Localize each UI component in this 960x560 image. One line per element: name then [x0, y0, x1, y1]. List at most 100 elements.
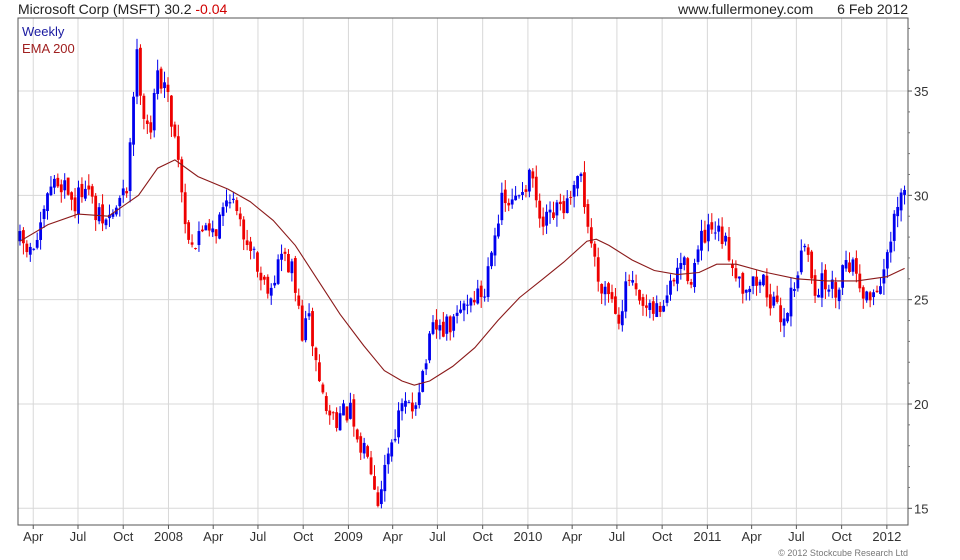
candle-body — [238, 213, 242, 220]
candle-body — [49, 186, 53, 196]
candle-body — [768, 294, 772, 309]
candle-body — [865, 291, 869, 301]
y-tick-label: 15 — [914, 501, 928, 516]
candle-body — [70, 192, 73, 200]
candle-up — [648, 299, 652, 319]
candle-body — [297, 295, 301, 306]
candle-down — [187, 220, 191, 244]
candle-up — [152, 88, 156, 138]
candle-body — [187, 222, 191, 240]
candle-down — [145, 114, 149, 134]
candle-down — [472, 290, 476, 306]
candle-down — [366, 444, 370, 459]
candle-body — [813, 275, 817, 296]
candle-body — [479, 285, 483, 298]
candle-up — [452, 313, 456, 338]
candle-body — [331, 412, 335, 414]
candle-body — [166, 84, 170, 92]
candle-body — [245, 240, 249, 245]
candle-up — [603, 281, 607, 306]
candle-body — [52, 178, 56, 188]
candle-up — [579, 172, 583, 183]
x-tick-label: 2011 — [693, 529, 721, 544]
candle-down — [266, 274, 270, 299]
candle-down — [541, 207, 545, 236]
candle-body — [593, 243, 597, 257]
candle-down — [507, 198, 511, 212]
x-tick-label: Jul — [250, 529, 267, 544]
candle-body — [651, 301, 655, 314]
candle-up — [156, 59, 160, 100]
candle-body — [448, 316, 452, 333]
candle-body — [885, 252, 889, 269]
candle-up — [786, 312, 789, 324]
candle-body — [500, 192, 504, 221]
candle-body — [741, 273, 745, 294]
candle-down — [345, 406, 349, 423]
candle-body — [827, 289, 831, 292]
candle-body — [596, 257, 600, 282]
candle-body — [538, 200, 542, 219]
candle-body — [290, 261, 294, 274]
candle-body — [724, 235, 727, 242]
candle-body — [720, 226, 724, 244]
candle-body — [455, 312, 459, 316]
candle-up — [497, 214, 500, 239]
candle-body — [46, 193, 49, 212]
candle-body — [304, 318, 308, 341]
candle-body — [132, 96, 135, 145]
candle-body — [758, 281, 762, 286]
candle-body — [493, 235, 497, 256]
candle-down — [200, 225, 204, 233]
grid — [18, 18, 908, 525]
candle-up — [514, 186, 518, 201]
candle-up — [438, 319, 442, 340]
candle-body — [376, 492, 380, 506]
x-tick-label: Jul — [788, 529, 805, 544]
candle-down — [249, 236, 252, 260]
candle-body — [142, 95, 146, 119]
candle-up — [896, 196, 900, 228]
candle-body — [848, 262, 851, 273]
candle-up — [476, 279, 480, 305]
candle-down — [503, 180, 507, 212]
x-tick-label: Oct — [293, 529, 314, 544]
candle-down — [56, 173, 60, 188]
candle-body — [817, 294, 820, 298]
candle-body — [851, 259, 855, 272]
candle-body — [844, 260, 848, 269]
candle-down — [848, 252, 851, 274]
candle-body — [744, 289, 748, 293]
candle-body — [300, 305, 304, 341]
candle-body — [249, 241, 252, 251]
candle-up — [576, 175, 579, 197]
candle-body — [348, 402, 352, 419]
candle-up — [128, 137, 132, 203]
candle-body — [445, 316, 449, 334]
candle-up — [304, 310, 308, 343]
candle-body — [675, 267, 679, 284]
candle-down — [645, 294, 648, 317]
candle-body — [149, 122, 153, 133]
candle-up — [724, 232, 727, 246]
candle-body — [441, 321, 445, 337]
candle-body — [548, 209, 552, 213]
candle-up — [379, 480, 383, 509]
candle-body — [32, 248, 36, 250]
candle-body — [194, 248, 197, 250]
legend: Weekly EMA 200 — [22, 24, 75, 56]
candle-body — [293, 258, 297, 293]
candle-down — [242, 216, 246, 251]
candle-down — [583, 161, 586, 214]
candle-body — [35, 239, 39, 248]
candle-up — [772, 291, 776, 309]
candle-down — [861, 285, 865, 309]
candle-body — [586, 204, 590, 227]
candle-up — [83, 180, 87, 202]
candle-down — [552, 201, 555, 220]
candle-up — [462, 300, 466, 322]
candle-down — [703, 220, 707, 244]
candle-body — [283, 251, 287, 254]
candle-down — [245, 229, 249, 251]
candle-body — [607, 283, 610, 295]
